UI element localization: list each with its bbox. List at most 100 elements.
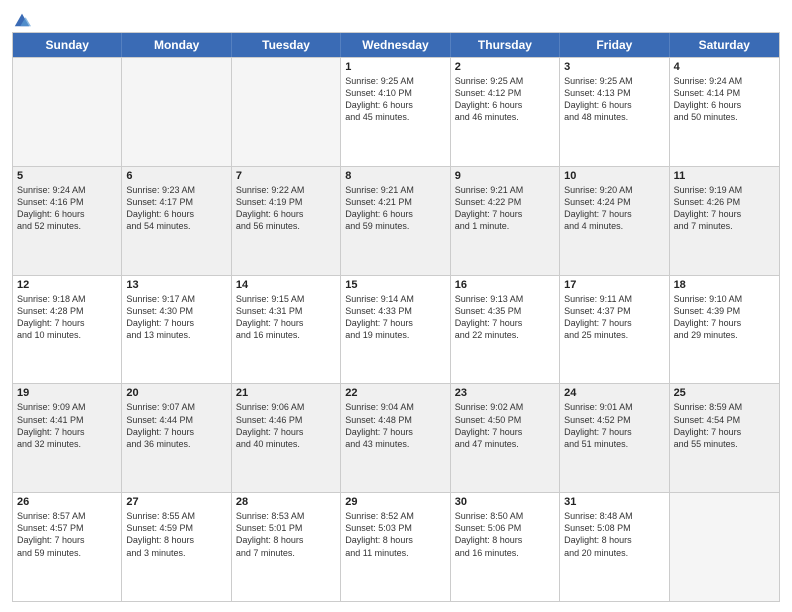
day-number: 13 [126,279,226,291]
cell-info: Sunrise: 9:14 AM Sunset: 4:33 PM Dayligh… [345,293,445,342]
cal-cell: 21 Sunrise: 9:06 AM Sunset: 4:46 PM Dayli… [232,384,341,492]
cell-info: Sunrise: 9:19 AM Sunset: 4:26 PM Dayligh… [674,184,775,233]
day-number: 19 [17,387,117,399]
cal-cell: 9Sunrise: 9:21 AM Sunset: 4:22 PM Daylig… [451,167,560,275]
cell-info: Sunrise: 9:25 AM Sunset: 4:10 PM Dayligh… [345,75,445,124]
day-number: 1 [345,61,445,73]
cell-info: Sunrise: 9:21 AM Sunset: 4:22 PM Dayligh… [455,184,555,233]
cell-info: Sunrise: 8:59 AM Sunset: 4:54 PM Dayligh… [674,401,775,450]
cell-info: Sunrise: 9:02 AM Sunset: 4:50 PM Dayligh… [455,401,555,450]
cell-info: Sunrise: 9:04 AM Sunset: 4:48 PM Dayligh… [345,401,445,450]
cal-cell: 10 Sunrise: 9:20 AM Sunset: 4:24 PM Dayli… [560,167,669,275]
page: SundayMondayTuesdayWednesdayThursdayFrid… [0,0,792,612]
cal-cell: 17 Sunrise: 9:11 AM Sunset: 4:37 PM Dayli… [560,276,669,384]
cell-info: Sunrise: 9:23 AM Sunset: 4:17 PM Dayligh… [126,184,226,233]
cal-cell: 7 Sunrise: 9:22 AM Sunset: 4:19 PM Daylig… [232,167,341,275]
cal-cell: 15 Sunrise: 9:14 AM Sunset: 4:33 PM Dayli… [341,276,450,384]
cal-cell [670,493,779,601]
day-number: 8 [345,170,445,182]
cell-info: Sunrise: 9:06 AM Sunset: 4:46 PM Dayligh… [236,401,336,450]
cell-info: Sunrise: 9:24 AM Sunset: 4:16 PM Dayligh… [17,184,117,233]
day-number: 24 [564,387,664,399]
col-header-wednesday: Wednesday [341,33,450,57]
cell-info: Sunrise: 8:48 AM Sunset: 5:08 PM Dayligh… [564,510,664,559]
day-number: 15 [345,279,445,291]
cal-cell [122,58,231,166]
cell-info: Sunrise: 9:15 AM Sunset: 4:31 PM Dayligh… [236,293,336,342]
day-number: 30 [455,496,555,508]
cell-info: Sunrise: 9:24 AM Sunset: 4:14 PM Dayligh… [674,75,775,124]
cal-cell: 24 Sunrise: 9:01 AM Sunset: 4:52 PM Dayli… [560,384,669,492]
cal-cell: 25 Sunrise: 8:59 AM Sunset: 4:54 PM Dayli… [670,384,779,492]
day-number: 4 [674,61,775,73]
cal-cell: 23 Sunrise: 9:02 AM Sunset: 4:50 PM Dayli… [451,384,560,492]
calendar-header: SundayMondayTuesdayWednesdayThursdayFrid… [13,33,779,57]
cal-cell: 22 Sunrise: 9:04 AM Sunset: 4:48 PM Dayli… [341,384,450,492]
cal-cell: 30 Sunrise: 8:50 AM Sunset: 5:06 PM Dayli… [451,493,560,601]
day-number: 26 [17,496,117,508]
cell-info: Sunrise: 9:10 AM Sunset: 4:39 PM Dayligh… [674,293,775,342]
day-number: 22 [345,387,445,399]
cell-info: Sunrise: 9:25 AM Sunset: 4:12 PM Dayligh… [455,75,555,124]
day-number: 10 [564,170,664,182]
week-row-1: 1 Sunrise: 9:25 AM Sunset: 4:10 PM Daylig… [13,57,779,166]
calendar-body: 1 Sunrise: 9:25 AM Sunset: 4:10 PM Daylig… [13,57,779,601]
cal-cell: 27Sunrise: 8:55 AM Sunset: 4:59 PM Dayli… [122,493,231,601]
day-number: 17 [564,279,664,291]
day-number: 29 [345,496,445,508]
day-number: 21 [236,387,336,399]
week-row-3: 12 Sunrise: 9:18 AM Sunset: 4:28 PM Dayli… [13,275,779,384]
cal-cell: 31 Sunrise: 8:48 AM Sunset: 5:08 PM Dayli… [560,493,669,601]
week-row-4: 19 Sunrise: 9:09 AM Sunset: 4:41 PM Dayli… [13,383,779,492]
cal-cell: 13 Sunrise: 9:17 AM Sunset: 4:30 PM Dayli… [122,276,231,384]
cell-info: Sunrise: 9:11 AM Sunset: 4:37 PM Dayligh… [564,293,664,342]
day-number: 28 [236,496,336,508]
day-number: 14 [236,279,336,291]
day-number: 11 [674,170,775,182]
day-number: 23 [455,387,555,399]
cal-cell: 1 Sunrise: 9:25 AM Sunset: 4:10 PM Daylig… [341,58,450,166]
col-header-monday: Monday [122,33,231,57]
week-row-2: 5 Sunrise: 9:24 AM Sunset: 4:16 PM Daylig… [13,166,779,275]
cal-cell: 6Sunrise: 9:23 AM Sunset: 4:17 PM Daylig… [122,167,231,275]
cell-info: Sunrise: 9:22 AM Sunset: 4:19 PM Dayligh… [236,184,336,233]
day-number: 5 [17,170,117,182]
col-header-friday: Friday [560,33,669,57]
cal-cell: 28Sunrise: 8:53 AM Sunset: 5:01 PM Dayli… [232,493,341,601]
col-header-saturday: Saturday [670,33,779,57]
cell-info: Sunrise: 9:18 AM Sunset: 4:28 PM Dayligh… [17,293,117,342]
cal-cell: 20Sunrise: 9:07 AM Sunset: 4:44 PM Dayli… [122,384,231,492]
cell-info: Sunrise: 9:01 AM Sunset: 4:52 PM Dayligh… [564,401,664,450]
day-number: 16 [455,279,555,291]
day-number: 25 [674,387,775,399]
cal-cell: 18 Sunrise: 9:10 AM Sunset: 4:39 PM Dayli… [670,276,779,384]
cal-cell: 14 Sunrise: 9:15 AM Sunset: 4:31 PM Dayli… [232,276,341,384]
cal-cell: 11 Sunrise: 9:19 AM Sunset: 4:26 PM Dayli… [670,167,779,275]
cal-cell: 16Sunrise: 9:13 AM Sunset: 4:35 PM Dayli… [451,276,560,384]
cell-info: Sunrise: 8:50 AM Sunset: 5:06 PM Dayligh… [455,510,555,559]
col-header-tuesday: Tuesday [232,33,341,57]
day-number: 31 [564,496,664,508]
logo-icon [13,10,31,28]
cell-info: Sunrise: 8:52 AM Sunset: 5:03 PM Dayligh… [345,510,445,559]
cal-cell: 29 Sunrise: 8:52 AM Sunset: 5:03 PM Dayli… [341,493,450,601]
logo [12,10,31,24]
col-header-thursday: Thursday [451,33,560,57]
cell-info: Sunrise: 9:17 AM Sunset: 4:30 PM Dayligh… [126,293,226,342]
cal-cell: 12 Sunrise: 9:18 AM Sunset: 4:28 PM Dayli… [13,276,122,384]
header [12,10,780,24]
calendar: SundayMondayTuesdayWednesdayThursdayFrid… [12,32,780,602]
day-number: 7 [236,170,336,182]
cal-cell: 26 Sunrise: 8:57 AM Sunset: 4:57 PM Dayli… [13,493,122,601]
cell-info: Sunrise: 9:25 AM Sunset: 4:13 PM Dayligh… [564,75,664,124]
cal-cell: 8Sunrise: 9:21 AM Sunset: 4:21 PM Daylig… [341,167,450,275]
cell-info: Sunrise: 9:20 AM Sunset: 4:24 PM Dayligh… [564,184,664,233]
cal-cell [232,58,341,166]
cal-cell: 5 Sunrise: 9:24 AM Sunset: 4:16 PM Daylig… [13,167,122,275]
day-number: 18 [674,279,775,291]
cell-info: Sunrise: 8:57 AM Sunset: 4:57 PM Dayligh… [17,510,117,559]
day-number: 12 [17,279,117,291]
day-number: 27 [126,496,226,508]
cell-info: Sunrise: 9:09 AM Sunset: 4:41 PM Dayligh… [17,401,117,450]
cell-info: Sunrise: 9:07 AM Sunset: 4:44 PM Dayligh… [126,401,226,450]
